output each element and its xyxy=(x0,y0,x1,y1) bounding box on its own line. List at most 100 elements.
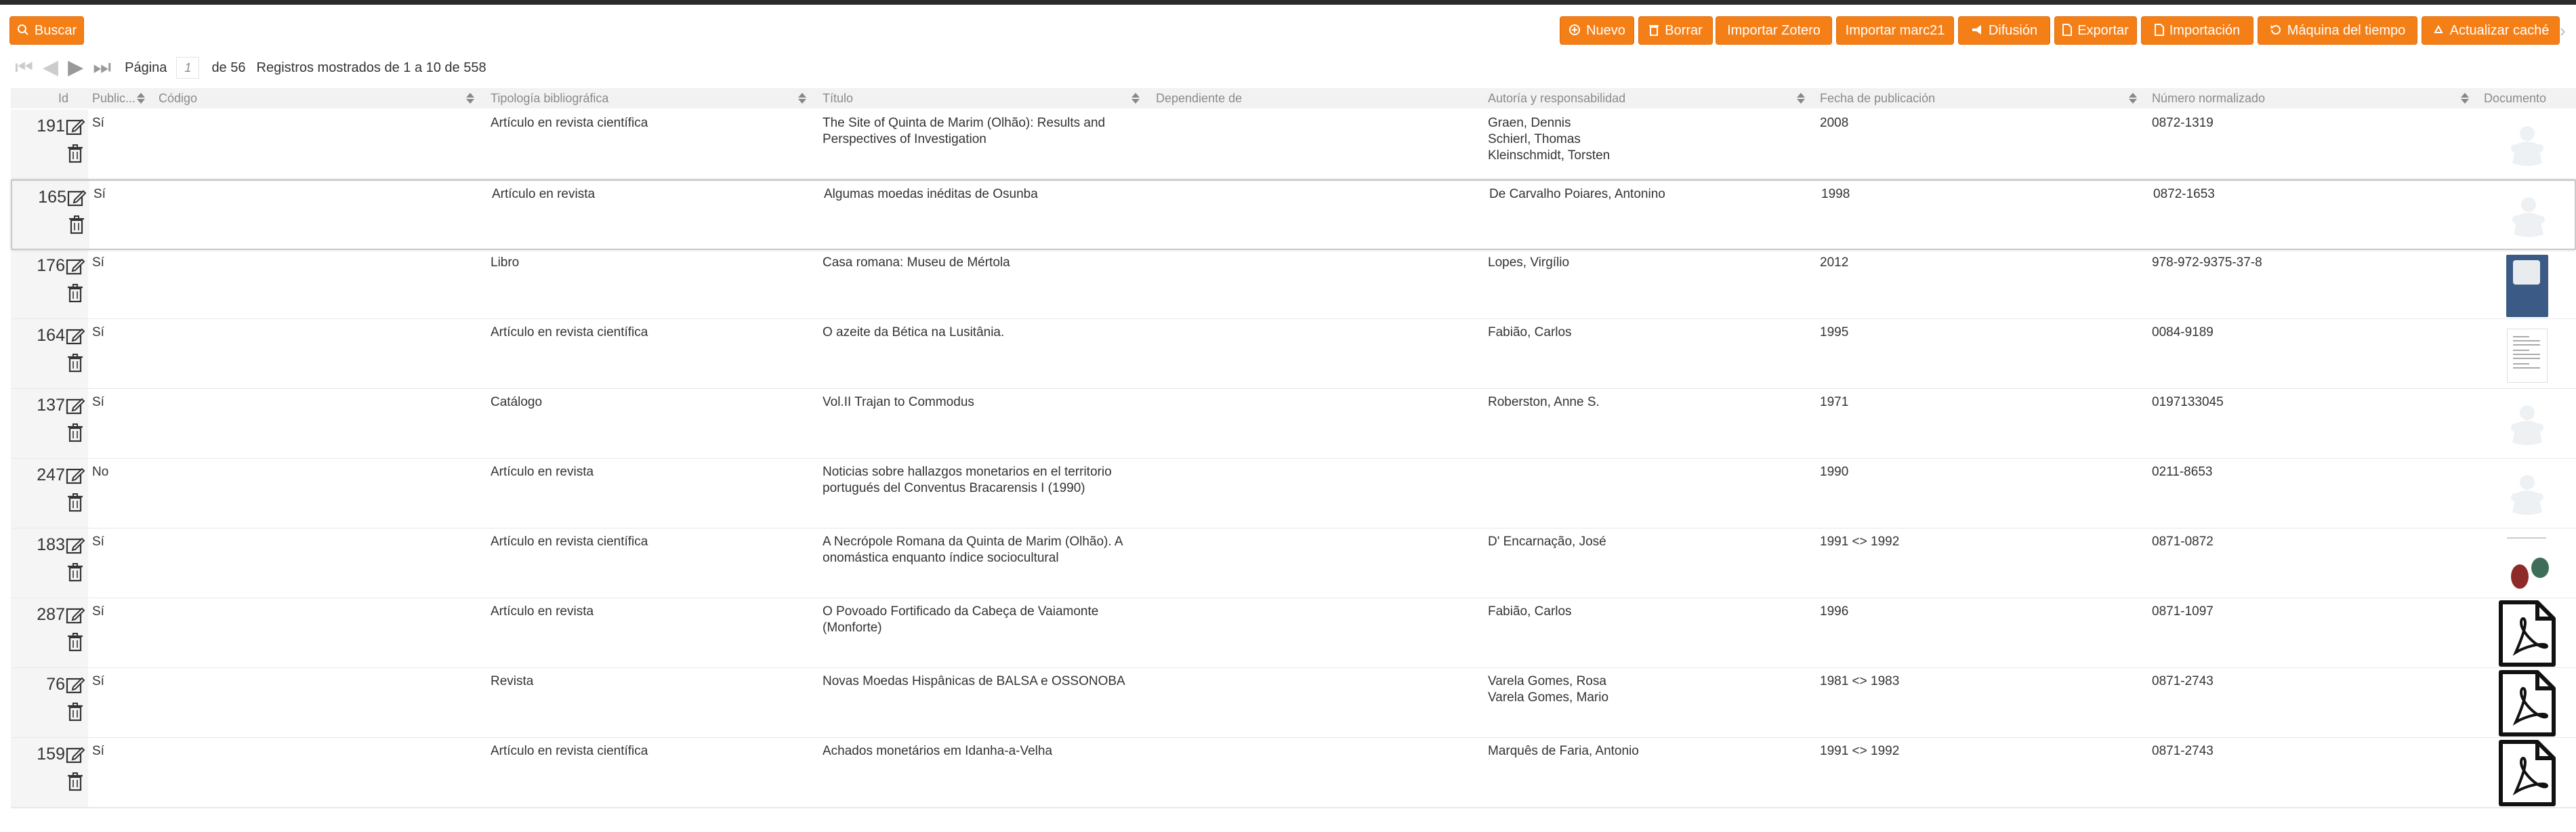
edit-icon[interactable] xyxy=(65,117,85,137)
title-cell: The Site of Quinta de Marim (Olhão): Res… xyxy=(823,115,1134,148)
table-row[interactable]: 247 No Artículo en revista Noticias sobre h… xyxy=(11,459,2576,529)
edit-icon[interactable] xyxy=(66,188,87,208)
search-button-label: Buscar xyxy=(34,22,77,38)
published-cell: No xyxy=(92,465,109,479)
delete-icon[interactable] xyxy=(66,493,84,513)
column-header-document[interactable]: Documento xyxy=(2484,88,2546,108)
chevron-right-icon[interactable]: › xyxy=(2560,20,2566,41)
sort-icon[interactable] xyxy=(137,93,145,104)
edit-icon[interactable] xyxy=(65,535,85,556)
table-row[interactable]: 191 Sí Artículo en revista científica The S… xyxy=(11,110,2576,180)
delete-icon[interactable] xyxy=(66,632,84,652)
document-cell[interactable] xyxy=(2504,253,2550,318)
table-row[interactable]: 176 Sí Libro Casa romana: Museu de Mértola L… xyxy=(11,249,2576,320)
table-row[interactable]: 164 Sí Artículo en revista científica O aze… xyxy=(11,319,2576,390)
column-header-typology[interactable]: Tipología bibliográfica xyxy=(491,88,608,108)
importar-marc21-button[interactable]: Importar marc21 xyxy=(1836,16,1954,45)
author-line: Schierl, Thomas xyxy=(1488,132,1581,146)
document-cell[interactable] xyxy=(2499,739,2556,807)
table-row[interactable]: 183 Sí Artículo en revista científica A Nec… xyxy=(11,528,2576,599)
column-header-id[interactable]: Id xyxy=(58,88,68,108)
edit-icon[interactable] xyxy=(65,605,85,625)
edit-icon[interactable] xyxy=(65,256,85,276)
column-header-depends[interactable]: Dependiente de xyxy=(1156,88,1242,108)
sort-icon[interactable] xyxy=(2129,93,2137,104)
record-id: 287 xyxy=(37,605,65,624)
edit-icon[interactable] xyxy=(65,675,85,695)
máquina-del-tiempo-button[interactable]: Máquina del tiempo xyxy=(2258,16,2417,45)
megaphone-icon xyxy=(1971,24,1983,38)
column-header-code[interactable]: Código xyxy=(159,88,197,108)
document-thumbnail[interactable] xyxy=(2507,329,2548,383)
sort-icon[interactable] xyxy=(798,93,806,104)
column-header-published[interactable]: Public... xyxy=(92,88,136,108)
last-page-icon[interactable]: ⏭ xyxy=(93,58,111,78)
title-line: A Necrópole Romana da Quinta de Marim (O… xyxy=(823,535,1123,549)
document-thumbnail[interactable] xyxy=(2506,255,2548,317)
document-cell[interactable] xyxy=(2504,393,2550,458)
published-cell: Sí xyxy=(92,325,104,339)
author-line: Lopes, Virgílio xyxy=(1488,255,1570,270)
authors-cell: Fabião, Carlos xyxy=(1488,604,1572,620)
sort-icon[interactable] xyxy=(1131,93,1140,104)
document-placeholder-icon xyxy=(2507,400,2548,451)
column-header-number[interactable]: Número normalizado xyxy=(2152,88,2265,108)
table-row[interactable]: 76 Sí Revista Novas Moedas Hispânicas de BA… xyxy=(11,668,2576,739)
sort-icon[interactable] xyxy=(2461,93,2469,104)
typology-cell: Revista xyxy=(491,674,534,688)
column-header-authors[interactable]: Autoría y responsabilidad xyxy=(1488,88,1625,108)
search-button[interactable]: Buscar xyxy=(9,16,84,45)
author-line: D' Encarnação, José xyxy=(1488,535,1606,549)
previous-page-icon[interactable]: ◀ xyxy=(43,58,58,78)
table-row[interactable]: 159 Sí Artículo en revista científica Achad… xyxy=(11,738,2576,808)
delete-icon[interactable] xyxy=(66,702,84,722)
difusión-button[interactable]: Difusión xyxy=(1958,16,2050,45)
file-icon xyxy=(2062,23,2073,38)
pdf-icon[interactable] xyxy=(2498,739,2556,810)
document-cell[interactable] xyxy=(2504,114,2550,179)
edit-icon[interactable] xyxy=(65,396,85,416)
page-number-input[interactable]: 1 xyxy=(176,57,200,79)
document-cell[interactable] xyxy=(2504,463,2550,528)
next-page-icon[interactable]: ▶ xyxy=(68,58,83,78)
document-cell[interactable] xyxy=(2506,185,2552,250)
number-cell: 0084-9189 xyxy=(2152,325,2214,339)
edit-icon[interactable] xyxy=(65,465,85,486)
table-row[interactable]: 137 Sí Catálogo Vol.II Trajan to Commodus Ro… xyxy=(11,389,2576,459)
nuevo-button[interactable]: Nuevo xyxy=(1560,16,1634,45)
table-row[interactable]: 287 Sí Artículo en revista O Povoado Fortif… xyxy=(11,598,2576,669)
column-header-date[interactable]: Fecha de publicación xyxy=(1820,88,1935,108)
delete-icon[interactable] xyxy=(68,215,85,235)
sort-icon[interactable] xyxy=(466,93,474,104)
actualizar-caché-button[interactable]: Actualizar caché xyxy=(2422,16,2560,45)
button-label: Importar marc21 xyxy=(1845,22,1945,38)
pdf-icon[interactable] xyxy=(2498,600,2556,671)
date-cell: 1991 <> 1992 xyxy=(1820,535,1900,549)
delete-icon[interactable] xyxy=(66,283,84,304)
delete-icon[interactable] xyxy=(66,423,84,443)
table-row[interactable]: 165 Sí Artículo en revista Algumas moedas i… xyxy=(11,180,2576,250)
edit-icon[interactable] xyxy=(65,745,85,765)
pdf-icon[interactable] xyxy=(2498,669,2556,741)
document-cell[interactable] xyxy=(2504,323,2550,388)
published-cell: Sí xyxy=(92,604,104,619)
document-cell[interactable] xyxy=(2499,600,2556,667)
first-page-icon[interactable]: ⏮ xyxy=(15,58,33,78)
typology-cell: Artículo en revista xyxy=(492,187,596,201)
delete-icon[interactable] xyxy=(66,144,84,164)
exportar-button[interactable]: Exportar xyxy=(2054,16,2137,45)
importación-button[interactable]: Importación xyxy=(2141,16,2253,45)
delete-icon[interactable] xyxy=(66,562,84,583)
delete-icon[interactable] xyxy=(66,353,84,373)
sort-icon[interactable] xyxy=(1797,93,1805,104)
edit-icon[interactable] xyxy=(65,326,85,346)
importar-zotero-button[interactable]: Importar Zotero xyxy=(1716,16,1832,45)
delete-icon[interactable] xyxy=(66,772,84,792)
document-cell[interactable] xyxy=(2499,669,2556,737)
column-header-title[interactable]: Título xyxy=(823,88,853,108)
borrar-button[interactable]: Borrar xyxy=(1638,16,1713,45)
document-thumbnail[interactable] xyxy=(2504,535,2550,596)
typology-cell: Artículo en revista científica xyxy=(491,116,648,130)
record-id: 137 xyxy=(37,396,65,415)
document-cell[interactable] xyxy=(2504,533,2550,598)
